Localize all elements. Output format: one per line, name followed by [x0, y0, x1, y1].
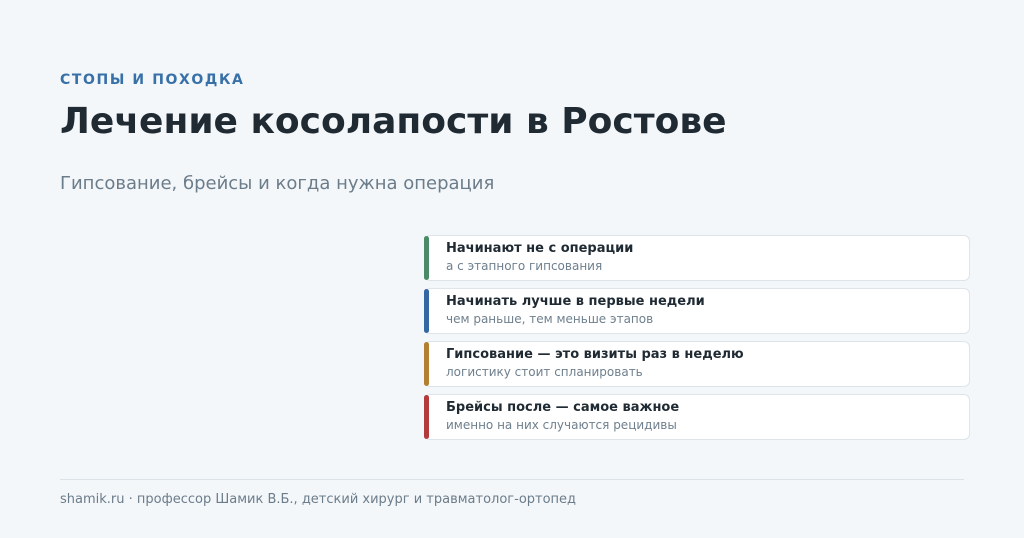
key-point-subtitle: логистику стоит спланировать [446, 365, 643, 379]
accent-bar [424, 236, 429, 280]
key-point-title: Начинать лучше в первые недели [446, 294, 705, 309]
key-point-card: Начинать лучше в первые недели чем раньш… [424, 288, 970, 334]
key-point-subtitle: именно на них случаются рецидивы [446, 418, 677, 432]
key-point-card: Гипсование — это визиты раз в неделю лог… [424, 341, 970, 387]
key-point-title: Начинают не с операции [446, 241, 634, 256]
footer-divider [60, 479, 964, 480]
key-point-card: Брейсы после — самое важное именно на ни… [424, 394, 970, 440]
eyebrow-label: СТОПЫ И ПОХОДКА [60, 72, 245, 88]
page-subtitle: Гипсование, брейсы и когда нужна операци… [60, 173, 495, 194]
key-point-card: Начинают не с операции а с этапного гипс… [424, 235, 970, 281]
key-point-title: Гипсование — это визиты раз в неделю [446, 347, 744, 362]
key-point-subtitle: чем раньше, тем меньше этапов [446, 312, 654, 326]
accent-bar [424, 289, 429, 333]
accent-bar [424, 342, 429, 386]
key-points-list: Начинают не с операции а с этапного гипс… [424, 235, 970, 447]
page-title: Лечение косолапости в Ростове [60, 101, 727, 142]
key-point-subtitle: а с этапного гипсования [446, 259, 603, 273]
page: СТОПЫ И ПОХОДКА Лечение косолапости в Ро… [0, 0, 1024, 538]
key-point-title: Брейсы после — самое важное [446, 400, 680, 415]
footer-text: shamik.ru · профессор Шамик В.Б., детски… [60, 492, 577, 507]
accent-bar [424, 395, 429, 439]
